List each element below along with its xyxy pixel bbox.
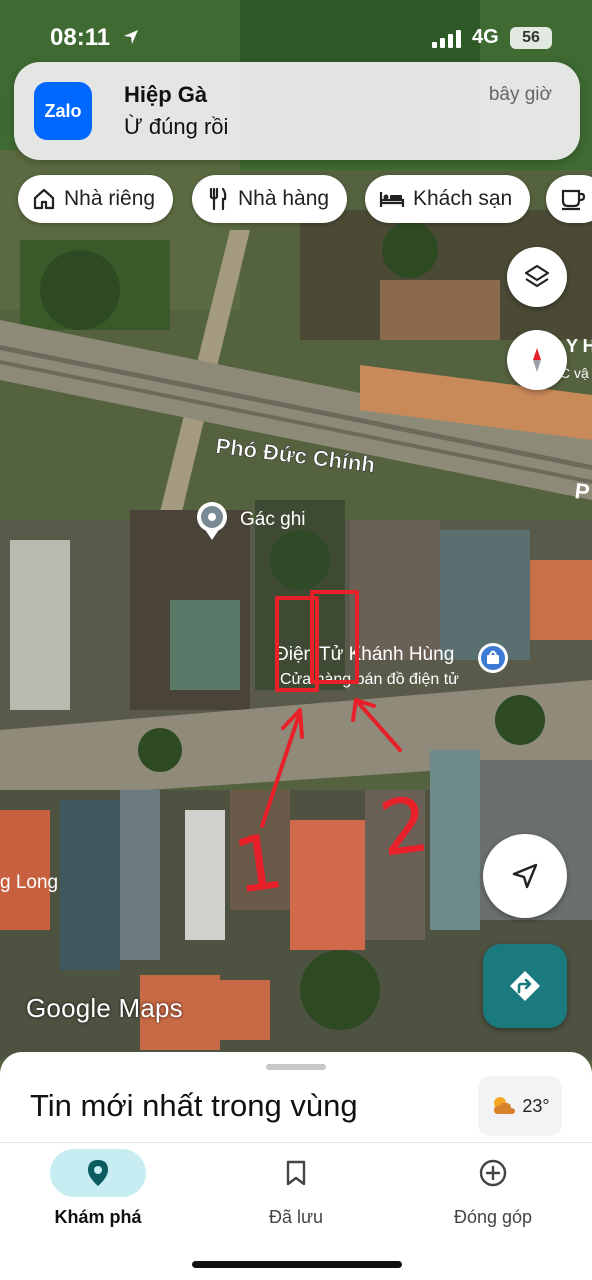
bottom-sheet[interactable]: Tin mới nhất trong vùng 23°	[0, 1052, 592, 1152]
notification-time: bây giờ	[488, 84, 552, 105]
nav-label-contribute: Đóng góp	[453, 1207, 533, 1227]
shopping-bag-pin-icon[interactable]	[478, 643, 508, 673]
coffee-icon	[561, 189, 586, 211]
street-label-right: P	[573, 478, 591, 505]
nav-active-pill	[50, 1149, 146, 1197]
shop-category-label: Cửa hàng bán đồ điện tử	[280, 671, 459, 688]
navigation-arrow-icon	[512, 863, 538, 889]
notification-banner[interactable]: Zalo Hiệp Gà Ừ đúng rồi bây giờ	[14, 62, 580, 160]
notification-message: Ừ đúng rồi	[124, 114, 229, 139]
hotel-icon	[379, 192, 405, 207]
signal-icon	[432, 30, 464, 53]
chip-home[interactable]: Nhà riêng	[18, 175, 174, 223]
nav-tab-saved[interactable]: Đã lưu	[216, 1149, 376, 1228]
my-location-button[interactable]	[483, 834, 567, 918]
nav-label-explore: Khám phá	[54, 1207, 142, 1227]
layers-button[interactable]	[507, 247, 567, 307]
explore-pin-icon	[88, 1160, 108, 1186]
location-arrow-icon	[122, 28, 140, 51]
google-maps-watermark: Google Maps	[26, 993, 183, 1023]
chip-label: Khách sạn	[413, 187, 513, 210]
chip-hotel[interactable]: Khách sạn	[365, 175, 531, 223]
bottom-navigation: Khám phá Đã lưu Đóng góp	[0, 1142, 592, 1280]
chip-restaurant[interactable]: Nhà hàng	[192, 175, 348, 223]
compass-icon	[533, 348, 541, 372]
bookmark-icon	[286, 1160, 306, 1186]
nav-label-saved: Đã lưu	[268, 1207, 324, 1227]
place-label-gac-ghi: Gác ghi	[240, 509, 305, 530]
chip-label: Nhà hàng	[238, 187, 330, 210]
place-label-left: g Long	[0, 872, 58, 893]
chip-coffee[interactable]	[546, 175, 592, 223]
shop-name-label[interactable]: Điện Tử Khánh Hùng	[275, 644, 454, 665]
network-type: 4G	[472, 26, 499, 48]
weather-chip[interactable]: 23°	[478, 1076, 562, 1136]
status-bar: 08:11 4G 56	[0, 0, 592, 64]
home-icon	[33, 188, 55, 210]
partly-cloudy-icon	[494, 1097, 516, 1114]
temperature-label: 23°	[522, 1095, 550, 1116]
restaurant-icon	[209, 187, 227, 211]
status-time: 08:11	[50, 24, 111, 51]
compass-button[interactable]	[507, 330, 567, 390]
nav-pill	[445, 1149, 541, 1197]
nav-tab-contribute[interactable]: Đóng góp	[413, 1149, 573, 1228]
sheet-title: Tin mới nhất trong vùng	[30, 1088, 358, 1123]
battery-icon: 56	[510, 27, 552, 49]
add-circle-icon	[479, 1159, 507, 1187]
layers-icon	[524, 264, 550, 288]
chip-label: Nhà riêng	[64, 187, 156, 210]
place-label-top-right: Y HÀ	[566, 335, 592, 356]
directions-icon	[510, 971, 540, 1001]
notification-sender: Hiệp Gà	[124, 82, 208, 107]
nav-tab-explore[interactable]: Khám phá	[18, 1149, 178, 1228]
directions-button[interactable]	[483, 944, 567, 1028]
home-indicator[interactable]	[192, 1261, 402, 1268]
nav-pill	[248, 1149, 344, 1197]
zalo-app-icon: Zalo	[34, 82, 92, 140]
sheet-drag-handle[interactable]	[266, 1064, 326, 1070]
